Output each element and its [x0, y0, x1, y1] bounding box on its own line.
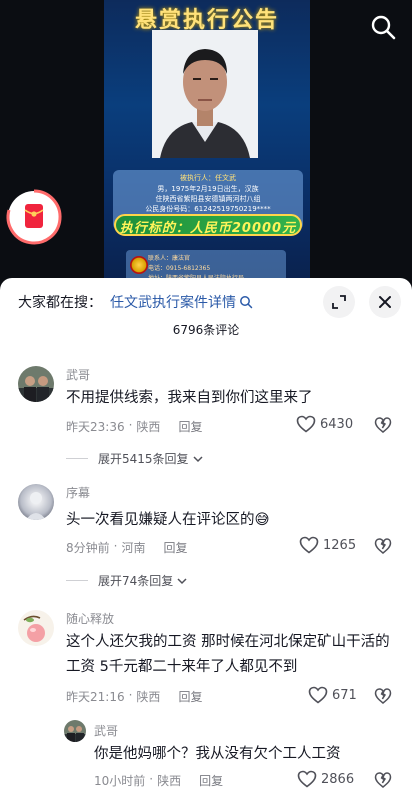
- close-button[interactable]: [369, 286, 401, 318]
- comment-text: 这个人还欠我的工资 那时候在河北保定矿山干活的工资 5千元都二十来年了人都见不到: [66, 634, 390, 675]
- divider: [66, 580, 88, 581]
- expand-replies-label: 展开74条回复: [98, 574, 174, 588]
- hot-search-row[interactable]: 大家都在搜： 任文武执行案件详情: [18, 291, 253, 313]
- comment-meta: 昨天23:36 · 陕西 回复: [66, 418, 203, 435]
- comment-location: 陕西: [136, 420, 161, 434]
- divider: [66, 458, 88, 459]
- comment-item: 随心释放 这个人还欠我的工资 那时候在河北保定矿山干活的工资 5千元都二十来年了…: [0, 608, 412, 708]
- reply-button[interactable]: 回复: [163, 539, 187, 556]
- video-player[interactable]: 悬赏执行公告 被执行人：任文武 男，1975年2月19日出生，汉族 住陕西省紫阳…: [0, 0, 412, 300]
- red-packet-icon[interactable]: [3, 186, 65, 248]
- hot-search-prefix: 大家都在搜：: [18, 295, 102, 311]
- comment-time: 8分钟前: [66, 541, 110, 555]
- comment-time: 10小时前: [94, 774, 146, 788]
- heart-icon: [299, 536, 319, 554]
- dislike-icon[interactable]: [374, 416, 392, 438]
- comment-meta: 10小时前 · 陕西 回复: [94, 772, 224, 789]
- info-line: 公民身份号码：61242519750219****: [145, 205, 271, 213]
- comment-time: 昨天23:36: [66, 420, 125, 434]
- suspect-photo: [152, 30, 258, 158]
- search-icon: [240, 296, 253, 309]
- comment-username[interactable]: 随心释放: [66, 610, 114, 627]
- court-emblem-icon: [130, 256, 148, 274]
- search-icon[interactable]: [370, 14, 396, 40]
- like-count: 671: [332, 687, 357, 703]
- comment-location: 陕西: [157, 774, 182, 788]
- comment-text: 头一次看见嫌疑人在评论区的😅: [66, 512, 270, 528]
- like-button[interactable]: 671: [308, 686, 357, 704]
- comment-time: 昨天21:16: [66, 690, 125, 704]
- comment-text: 你是他妈哪个？我从没有欠个工人工资: [94, 746, 341, 762]
- comment-location: 陕西: [136, 690, 161, 704]
- reward-text: 执行标的：人民币20000元: [119, 221, 297, 236]
- chevron-down-icon: [193, 455, 203, 462]
- dislike-icon[interactable]: [374, 687, 392, 709]
- heart-icon: [297, 770, 317, 788]
- info-line: 住陕西省紫阳县安德镇两河村八组: [155, 195, 261, 203]
- expand-icon: [332, 295, 346, 309]
- expand-replies-button[interactable]: 展开74条回复: [66, 572, 188, 589]
- avatar[interactable]: [18, 366, 54, 402]
- reply-button[interactable]: 回复: [199, 772, 223, 789]
- heart-icon: [296, 415, 316, 433]
- comment-username[interactable]: 序幕: [66, 484, 90, 501]
- like-count: 2866: [321, 771, 355, 787]
- contact-line: 联系人：康法官: [148, 255, 191, 262]
- avatar[interactable]: [64, 720, 86, 742]
- comment-text: 不用提供线索，我来自到你们这里来了: [66, 390, 313, 406]
- reply-button[interactable]: 回复: [178, 688, 202, 705]
- comment-sheet: 大家都在搜： 任文武执行案件详情 6796条评论 武哥 不用提供线索，我来自到你…: [0, 278, 412, 800]
- comment-username[interactable]: 武哥: [66, 366, 90, 383]
- contact-line: 电话：0915-6812365: [148, 265, 211, 272]
- info-line: 男，1975年2月19日出生，汉族: [157, 185, 259, 193]
- info-line: 被执行人：任文武: [180, 174, 236, 182]
- reply-button[interactable]: 回复: [178, 418, 202, 435]
- comment-meta: 昨天21:16 · 陕西 回复: [66, 688, 203, 705]
- like-count: 1265: [323, 537, 357, 553]
- reward-banner: 执行标的：人民币20000元: [114, 214, 302, 236]
- expand-replies-button[interactable]: 展开5415条回复: [66, 450, 204, 467]
- like-button[interactable]: 2866: [297, 770, 354, 788]
- comment-count: 6796条评论: [172, 323, 240, 337]
- dislike-icon[interactable]: [374, 537, 392, 559]
- comment-meta: 8分钟前 · 河南 回复: [66, 539, 188, 556]
- reply-item: 武哥 你是他妈哪个？我从没有欠个工人工资 10小时前 · 陕西 回复 2866: [0, 718, 412, 798]
- expand-replies-label: 展开5415条回复: [98, 452, 189, 466]
- like-button[interactable]: 1265: [299, 536, 356, 554]
- avatar[interactable]: [18, 610, 54, 646]
- avatar[interactable]: [18, 484, 54, 520]
- comment-item: 武哥 不用提供线索，我来自到你们这里来了 昨天23:36 · 陕西 回复 643…: [0, 362, 412, 472]
- like-count: 6430: [320, 416, 354, 432]
- close-icon: [379, 296, 391, 308]
- hot-search-link[interactable]: 任文武执行案件详情: [110, 292, 236, 312]
- comment-item: 序幕 头一次看见嫌疑人在评论区的😅 8分钟前 · 河南 回复 1265 展开74…: [0, 482, 412, 592]
- chevron-down-icon: [177, 577, 187, 584]
- expand-button[interactable]: [323, 286, 355, 318]
- comment-username[interactable]: 武哥: [94, 722, 118, 739]
- dislike-icon[interactable]: [374, 771, 392, 793]
- comment-location: 河南: [121, 541, 146, 555]
- like-button[interactable]: 6430: [296, 415, 353, 433]
- heart-icon: [308, 686, 328, 704]
